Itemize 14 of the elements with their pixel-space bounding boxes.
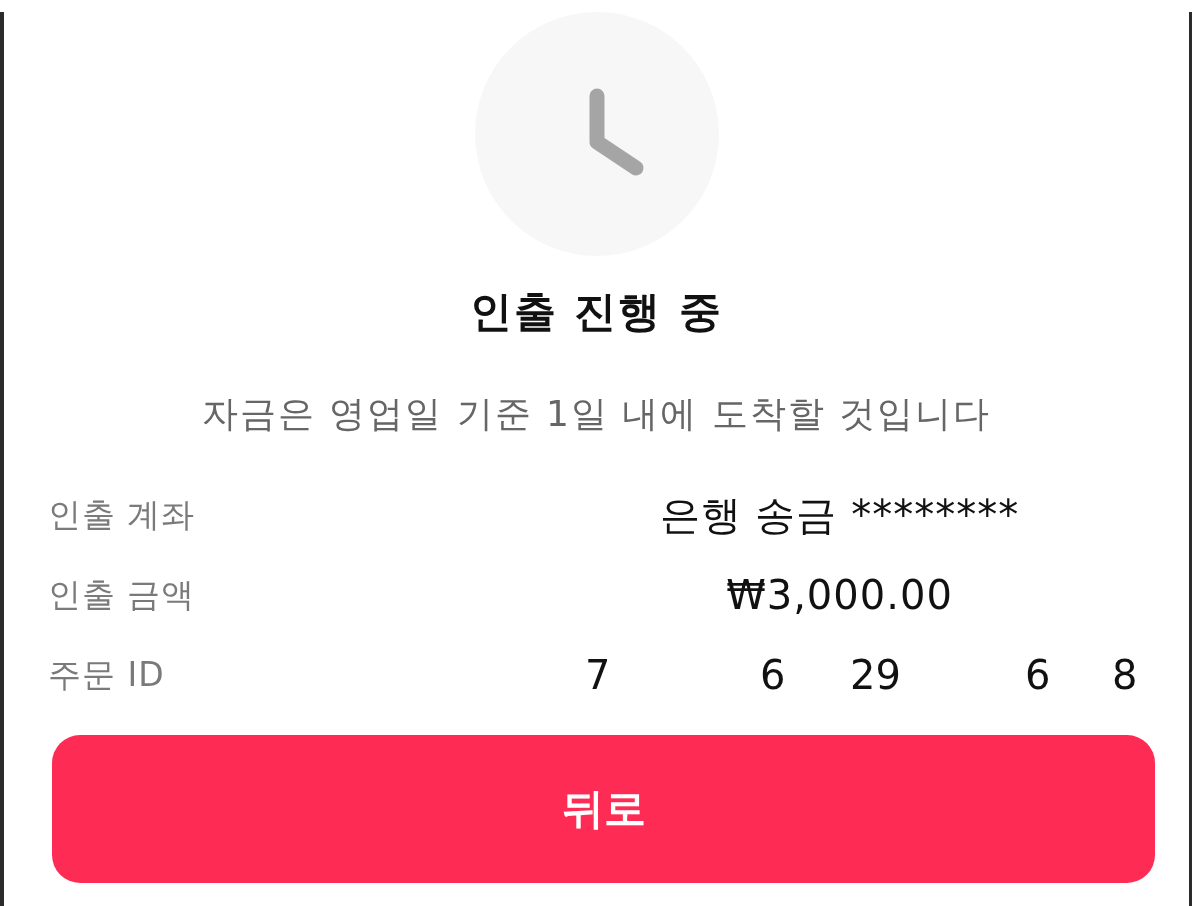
detail-value: ₩3,000.00 [726,572,953,618]
back-button[interactable]: 뒤로 [52,735,1155,883]
order-id-fragment: 7 [585,652,611,698]
detail-value: 은행 송금 ******** [659,490,1020,540]
detail-label: 주문 ID [48,653,165,696]
status-title: 인출 진행 중 [469,287,724,337]
order-id-fragment: 6 [1025,652,1051,698]
detail-label: 인출 금액 [48,573,196,616]
detail-label: 인출 계좌 [48,493,196,536]
order-id-fragment: 6 [760,652,786,698]
order-id-fragment: 8 [1112,652,1138,698]
clock-icon [474,12,719,256]
status-message: 자금은 영업일 기준 1일 내에 도착할 것입니다 [201,392,992,436]
order-id-fragment: 29 [850,652,901,698]
